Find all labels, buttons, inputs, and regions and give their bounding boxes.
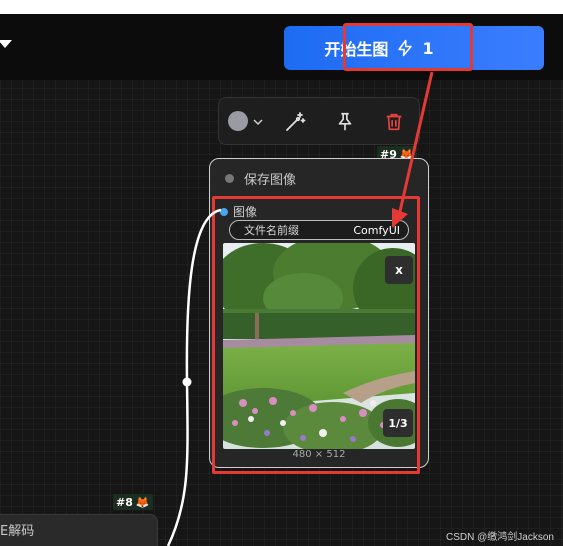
color-picker-icon[interactable] [228,111,248,131]
wand-icon[interactable] [281,108,309,136]
watermark: CSDN @缴鸿剑Jackson [446,532,554,543]
link-midpoint-icon [182,377,192,387]
node-title: 保存图像 [244,172,297,188]
run-button-highlight [343,23,473,71]
image-section-highlight [212,196,420,474]
graph-canvas[interactable]: 开始生图 1 #9 🦊 保存图像 图像 文件名前缀 ComfyUI x 1/3 … [0,0,563,546]
node-title: E解码 [0,524,35,539]
menu-caret-icon[interactable] [0,40,12,48]
collapse-dot-icon[interactable] [225,173,234,183]
node-floating-toolbar [218,97,420,145]
node-id-badge: #8 🦊 [113,494,153,510]
pin-icon[interactable] [331,108,359,136]
fox-icon: 🦊 [135,495,150,509]
node-id: #8 [116,495,133,509]
trash-icon[interactable] [380,108,408,136]
node-header[interactable]: 保存图像 [210,159,428,197]
chevron-down-icon[interactable] [250,108,266,136]
window-top-strip [0,0,563,14]
